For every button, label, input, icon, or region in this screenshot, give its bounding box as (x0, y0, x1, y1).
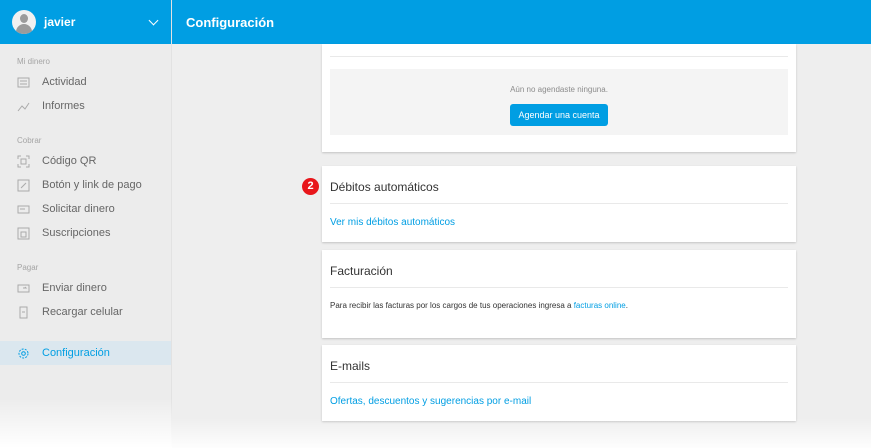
empty-state-text: Aún no agendaste ninguna. (510, 85, 608, 94)
section-title-cobrar: Cobrar (17, 136, 42, 145)
divider (330, 287, 788, 288)
main-content: Aún no agendaste ninguna. Agendar una cu… (172, 44, 871, 448)
page-title: Configuración (186, 14, 275, 30)
billing-card: Facturación Para recibir las facturas po… (322, 250, 796, 338)
divider (330, 56, 788, 57)
chart-icon (17, 100, 30, 113)
section-title-mi-dinero: Mi dinero (17, 57, 50, 66)
sidebar: javier Mi dinero Actividad Informes Cobr… (0, 0, 172, 448)
divider (330, 382, 788, 383)
phone-icon (17, 306, 30, 319)
sidebar-item-label: Actividad (42, 76, 87, 88)
billing-text: Para recibir las facturas por los cargos… (330, 301, 628, 310)
sidebar-item-label: Configuración (42, 347, 110, 359)
emails-title: E-mails (330, 359, 371, 373)
header: Configuración (172, 0, 871, 44)
sidebar-item-actividad[interactable]: Actividad (0, 70, 171, 94)
sidebar-item-informes[interactable]: Informes (0, 94, 171, 118)
sidebar-item-enviar-dinero[interactable]: Enviar dinero (0, 276, 171, 300)
section-title-pagar: Pagar (17, 263, 39, 272)
sidebar-item-suscripciones[interactable]: Suscripciones (0, 221, 171, 245)
user-name: javier (44, 15, 76, 29)
sidebar-item-boton-link[interactable]: Botón y link de pago (0, 173, 171, 197)
sidebar-item-label: Informes (42, 100, 85, 112)
automatic-debits-title: Débitos automáticos (330, 180, 439, 194)
sidebar-item-label: Solicitar dinero (42, 203, 115, 215)
content-fade (172, 418, 871, 448)
scheduled-accounts-card: Aún no agendaste ninguna. Agendar una cu… (322, 44, 796, 152)
email-offers-link[interactable]: Ofertas, descuentos y sugerencias por e-… (330, 396, 531, 407)
sidebar-item-label: Enviar dinero (42, 282, 107, 294)
link-icon (17, 179, 30, 192)
empty-state: Aún no agendaste ninguna. Agendar una cu… (330, 69, 788, 135)
sidebar-item-configuracion[interactable]: Configuración (0, 341, 171, 365)
billing-text-suffix: . (625, 301, 628, 310)
sidebar-item-label: Recargar celular (42, 306, 123, 318)
send-money-icon (17, 282, 30, 295)
divider (330, 203, 788, 204)
sidebar-item-label: Código QR (42, 155, 97, 167)
schedule-account-button[interactable]: Agendar una cuenta (510, 104, 608, 126)
sidebar-item-label: Botón y link de pago (42, 179, 142, 191)
automatic-debits-card: Débitos automáticos Ver mis débitos auto… (322, 166, 796, 242)
billing-text-body: Para recibir las facturas por los cargos… (330, 301, 574, 310)
sidebar-item-recargar-celular[interactable]: Recargar celular (0, 300, 171, 324)
online-invoices-link[interactable]: facturas online (574, 301, 626, 310)
view-automatic-debits-link[interactable]: Ver mis débitos automáticos (330, 217, 455, 228)
emails-card: E-mails Ofertas, descuentos y sugerencia… (322, 345, 796, 421)
user-menu[interactable]: javier (0, 0, 171, 44)
subscription-icon (17, 227, 30, 240)
sidebar-item-codigo-qr[interactable]: Código QR (0, 149, 171, 173)
gear-icon (17, 347, 30, 360)
sidebar-item-label: Suscripciones (42, 227, 111, 239)
billing-title: Facturación (330, 264, 393, 278)
chevron-down-icon (148, 15, 159, 25)
qr-icon (17, 155, 30, 168)
sidebar-fade (0, 398, 172, 448)
avatar (12, 10, 36, 34)
step-badge: 2 (302, 178, 319, 195)
request-money-icon (17, 203, 30, 216)
list-icon (17, 76, 30, 89)
sidebar-item-solicitar-dinero[interactable]: Solicitar dinero (0, 197, 171, 221)
